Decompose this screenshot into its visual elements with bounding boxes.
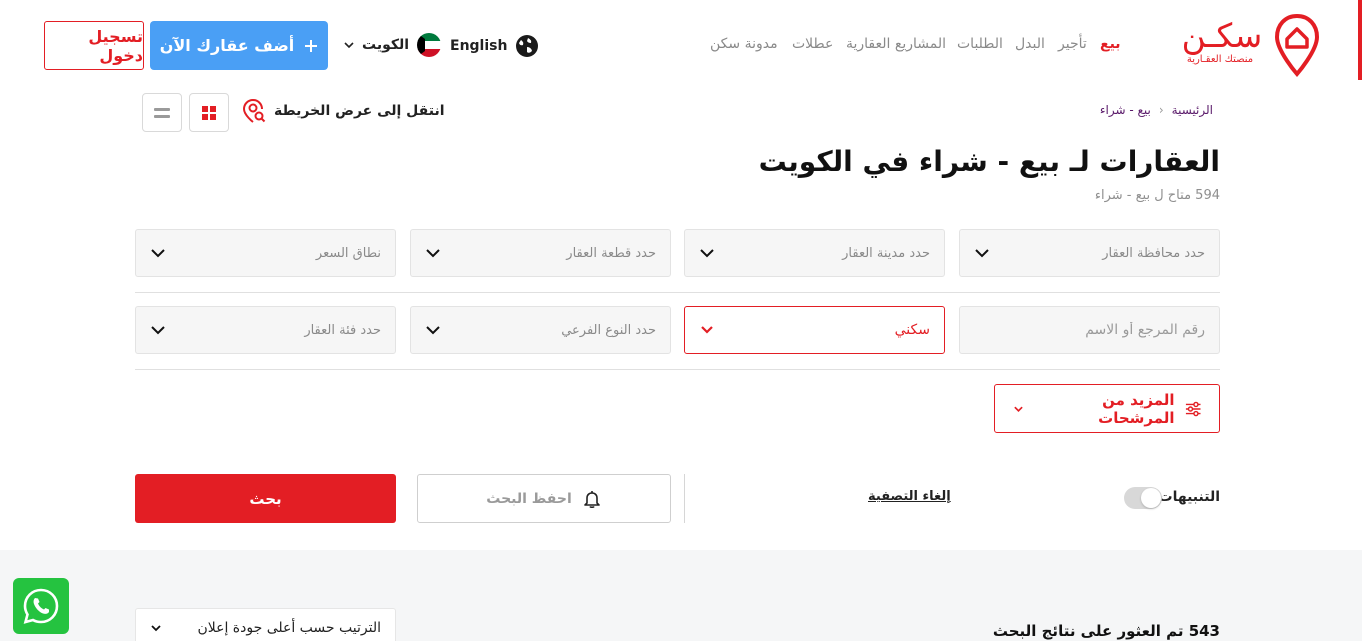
add-property-button[interactable]: أضف عقارك الآن (150, 21, 328, 70)
map-view-link[interactable]: انتقل إلى عرض الخريطة (242, 98, 445, 124)
reference-search-input[interactable] (974, 322, 1205, 338)
reference-search-field[interactable] (959, 306, 1220, 354)
nav-projects[interactable]: المشاريع العقارية (846, 36, 946, 52)
bell-icon (583, 490, 600, 508)
language-switch[interactable]: English (450, 34, 539, 58)
nav-blog[interactable]: مدونة سكن (710, 36, 778, 52)
breadcrumb-separator-icon: ‹ (1158, 103, 1164, 117)
whatsapp-button[interactable] (13, 578, 69, 634)
divider (135, 369, 1220, 370)
map-search-icon (242, 99, 266, 123)
logo-text: سكـن (1181, 16, 1263, 55)
category-label: حدد فئة العقار (304, 322, 381, 338)
divider (135, 292, 1220, 293)
alerts-toggle[interactable] (1124, 487, 1162, 509)
logo-pin-icon (1274, 14, 1320, 78)
chevron-down-icon (151, 326, 165, 335)
plus-icon (305, 39, 318, 52)
page-subtitle: 594 متاح ل بيع - شراء (1094, 188, 1220, 203)
chevron-down-icon (700, 249, 714, 258)
login-label: تسجيل دخول (88, 26, 143, 65)
chevron-down-icon (1014, 406, 1023, 412)
city-label: حدد مدينة العقار (842, 245, 930, 261)
kuwait-flag-icon (417, 33, 442, 57)
chevron-down-icon (701, 326, 713, 334)
list-view-button[interactable] (142, 93, 182, 132)
price-range-select[interactable]: نطاق السعر (135, 229, 396, 277)
right-edge-accent (1358, 0, 1362, 80)
sort-label: الترتيب حسب أعلى جودة إعلان (197, 620, 381, 636)
logo[interactable]: سكـن منصتك العقـارية (1168, 14, 1320, 78)
grid-view-button[interactable] (189, 93, 229, 132)
property-type-select[interactable]: سكني (684, 306, 945, 354)
more-filters-button[interactable]: المزيد من المرشحات (994, 384, 1220, 433)
block-select[interactable]: حدد قطعة العقار (410, 229, 671, 277)
list-icon (154, 107, 170, 118)
city-select[interactable]: حدد مدينة العقار (684, 229, 945, 277)
save-search-button[interactable]: احفظ البحث (417, 474, 671, 523)
nav-sell[interactable]: بيع (1100, 36, 1121, 52)
more-filters-label: المزيد من المرشحات (1098, 390, 1175, 427)
governorate-label: حدد محافظة العقار (1102, 245, 1205, 261)
chevron-down-icon (426, 326, 440, 335)
add-property-label: أضف عقارك الآن (159, 36, 295, 55)
block-label: حدد قطعة العقار (566, 245, 656, 261)
breadcrumb-home[interactable]: الرئيسية (1172, 103, 1213, 117)
nav-requests[interactable]: الطلبات (957, 36, 1003, 52)
results-count: 543 تم العثور على نتائج البحث (992, 622, 1220, 640)
nav-holidays[interactable]: عطلات (792, 36, 833, 52)
whatsapp-icon (23, 588, 59, 624)
governorate-select[interactable]: حدد محافظة العقار (959, 229, 1220, 277)
breadcrumb-current[interactable]: بيع - شراء (1100, 103, 1151, 117)
nav-exchange[interactable]: البدل (1015, 36, 1045, 52)
globe-icon (516, 35, 539, 57)
logo-tagline: منصتك العقـارية (1186, 54, 1254, 65)
search-button[interactable]: بحث (135, 474, 396, 523)
price-range-label: نطاق السعر (315, 245, 381, 261)
clear-filters-link[interactable]: إلغاء التصفية (868, 489, 951, 504)
nav-rent[interactable]: تأجير (1058, 36, 1087, 52)
alerts-label: التنبيهات (1158, 489, 1220, 505)
sliders-icon (1185, 401, 1201, 416)
breadcrumb: الرئيسية ‹ بيع - شراء (1100, 103, 1213, 117)
search-label: بحث (249, 489, 282, 508)
vertical-divider (684, 474, 685, 523)
login-button[interactable]: تسجيل دخول (44, 21, 144, 70)
subtype-label: حدد النوع الفرعي (561, 322, 656, 338)
map-view-label: انتقل إلى عرض الخريطة (274, 103, 445, 119)
save-search-label: احفظ البحث (486, 490, 572, 507)
country-select[interactable]: الكويت (344, 33, 442, 57)
chevron-down-icon (426, 249, 440, 258)
sort-select[interactable]: الترتيب حسب أعلى جودة إعلان (135, 608, 396, 641)
country-label: الكويت (362, 37, 410, 53)
category-select[interactable]: حدد فئة العقار (135, 306, 396, 354)
chevron-down-icon (344, 42, 354, 49)
chevron-down-icon (151, 625, 161, 632)
grid-icon (202, 105, 216, 120)
property-type-value: سكني (894, 322, 930, 338)
toggle-knob (1141, 488, 1161, 508)
page-title: العقارات لـ بيع - شراء في الكويت (758, 145, 1220, 178)
language-label: English (450, 38, 508, 54)
subtype-select[interactable]: حدد النوع الفرعي (410, 306, 671, 354)
chevron-down-icon (975, 249, 989, 258)
chevron-down-icon (151, 249, 165, 258)
